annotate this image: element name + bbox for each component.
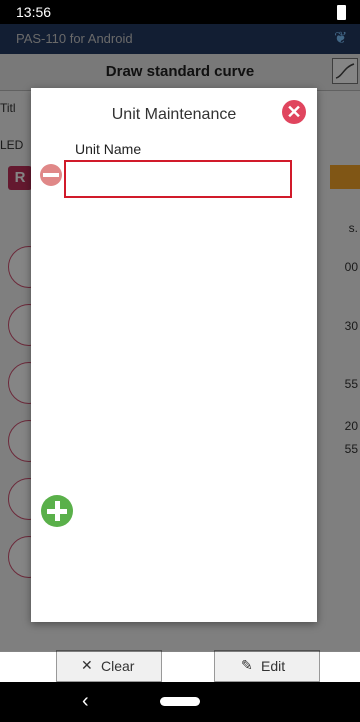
nav-bar: ‹ bbox=[0, 682, 360, 722]
dialog-title: Unit Maintenance bbox=[111, 106, 237, 123]
close-icon: ✕ bbox=[81, 657, 93, 673]
add-icon[interactable] bbox=[41, 495, 73, 527]
battery-icon bbox=[337, 5, 346, 20]
unit-name-label: Unit Name bbox=[75, 141, 142, 157]
unit-name-input[interactable] bbox=[64, 160, 292, 198]
back-icon[interactable]: ‹ bbox=[82, 690, 89, 713]
home-icon[interactable] bbox=[160, 697, 200, 706]
close-icon[interactable]: ✕ bbox=[282, 100, 306, 124]
remove-icon[interactable] bbox=[40, 164, 62, 186]
edit-button[interactable]: ✎ Edit bbox=[214, 650, 320, 682]
clear-button[interactable]: ✕ Clear bbox=[56, 650, 162, 682]
edit-button-label: Edit bbox=[261, 658, 286, 674]
status-bar: 13:56 bbox=[0, 0, 360, 24]
unit-maintenance-dialog: Unit Maintenance ✕ Unit Name bbox=[31, 88, 317, 622]
pencil-icon: ✎ bbox=[241, 657, 253, 673]
status-time: 13:56 bbox=[16, 4, 52, 20]
clear-button-label: Clear bbox=[101, 658, 135, 674]
